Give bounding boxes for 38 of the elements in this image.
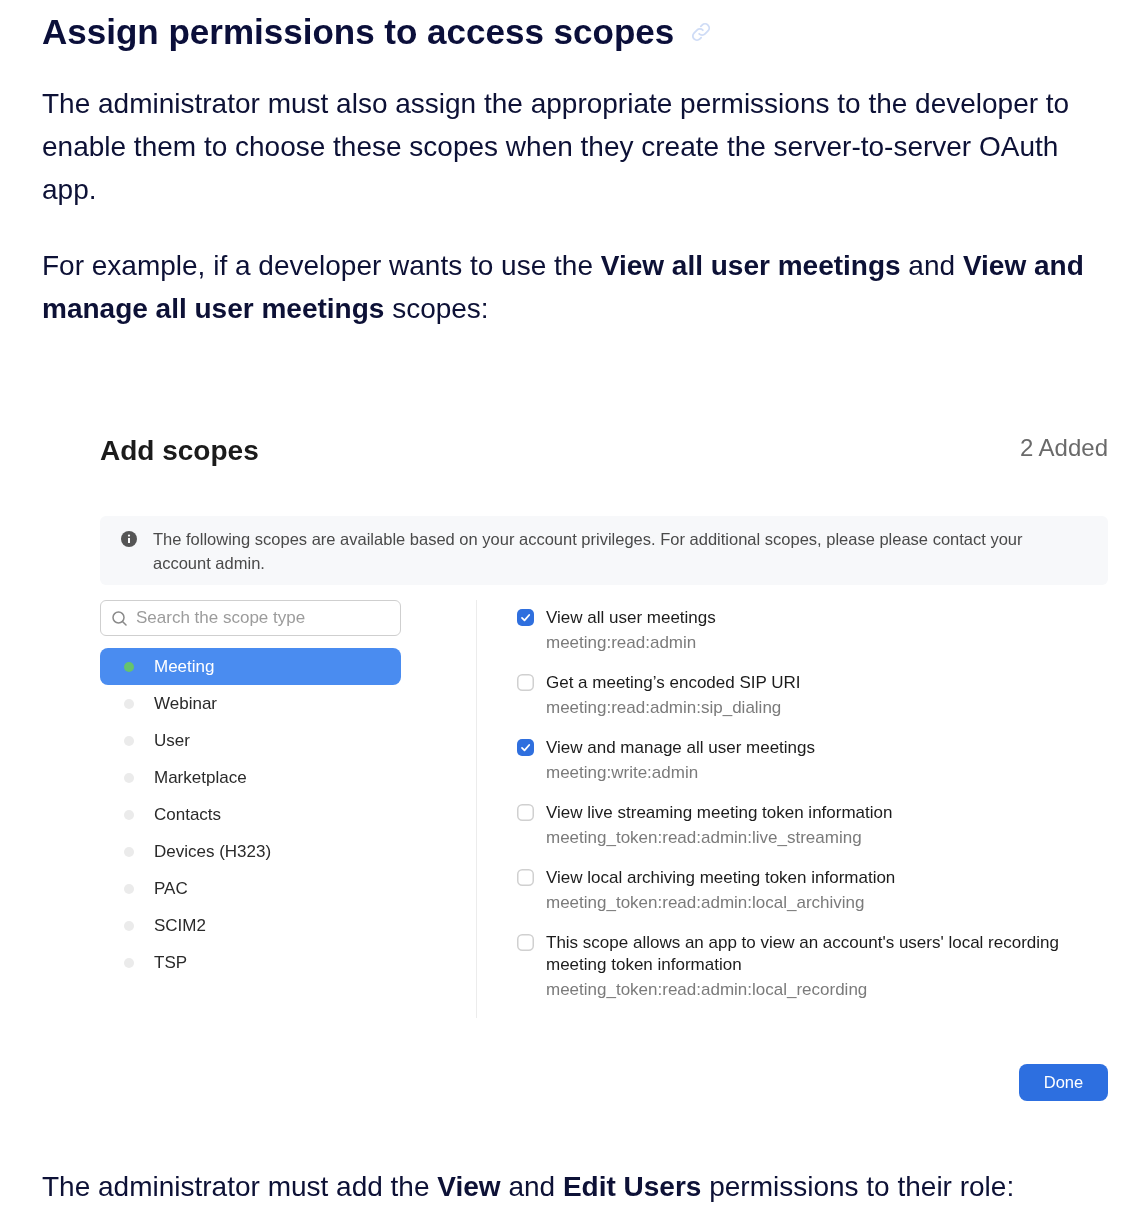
checkbox[interactable] — [517, 739, 534, 756]
scope-title: View local archiving meeting token information — [546, 867, 896, 889]
category-item[interactable]: PAC — [100, 870, 401, 907]
scope-identifier: meeting_token:read:admin:live_streaming — [546, 827, 863, 849]
done-button[interactable]: Done — [1019, 1064, 1108, 1101]
category-item[interactable]: SCIM2 — [100, 907, 401, 944]
category-item[interactable]: Webinar — [100, 685, 401, 722]
scope-title: View all user meetings — [546, 607, 716, 629]
category-item[interactable]: TSP — [100, 944, 401, 981]
scope-title: Get a meeting’s encoded SIP URI — [546, 672, 801, 694]
scope-identifier: meeting_token:read:admin:local_recording — [546, 979, 869, 1001]
link-icon[interactable] — [690, 21, 713, 43]
scope-identifier: meeting:read:admin — [546, 632, 698, 654]
scope-identifier: meeting:read:admin:sip_dialing — [546, 697, 783, 719]
section-heading: Assign permissions to access scopes — [42, 12, 675, 52]
search-icon — [112, 611, 127, 626]
scope-title: View and manage all user meetings — [546, 737, 815, 759]
category-item[interactable]: Marketplace — [100, 759, 401, 796]
checkbox[interactable] — [517, 869, 534, 886]
info-icon — [121, 531, 137, 547]
category-item[interactable]: User — [100, 722, 401, 759]
dialog-title: Add scopes — [100, 435, 259, 467]
body-paragraph: The administrator must also assign the appropriate permissions to the developer to enable them to choose these scopes when they create the server-to-server OAuth app. — [42, 87, 1071, 207]
checkbox[interactable] — [517, 609, 534, 626]
notice-text: The following scopes are available based on your account privileges. For additional scopes, please please contact your account admin. — [153, 529, 1024, 574]
added-count: 2 Added — [1019, 434, 1108, 462]
scope-identifier: meeting:write:admin — [546, 762, 700, 784]
scope-title: View live streaming meeting token information — [546, 802, 893, 824]
body-paragraph: The administrator must add the View and Edit Users permissions to their role: — [42, 1170, 1016, 1204]
checkbox[interactable] — [517, 674, 534, 691]
category-item[interactable]: Devices (H323) — [100, 833, 401, 870]
category-item[interactable]: Contacts — [100, 796, 401, 833]
checkbox[interactable] — [517, 804, 534, 821]
checkbox[interactable] — [517, 934, 534, 951]
body-paragraph: For example, if a developer wants to use the View all user meetings and View and manage all user meetings scopes: — [42, 249, 1085, 326]
scope-identifier: meeting_token:read:admin:local_archiving — [546, 892, 866, 914]
scope-title: This scope allows an app to view an account's users' local recording meeting token information — [546, 932, 1060, 976]
search-field[interactable]: Search the scope type — [100, 600, 401, 636]
